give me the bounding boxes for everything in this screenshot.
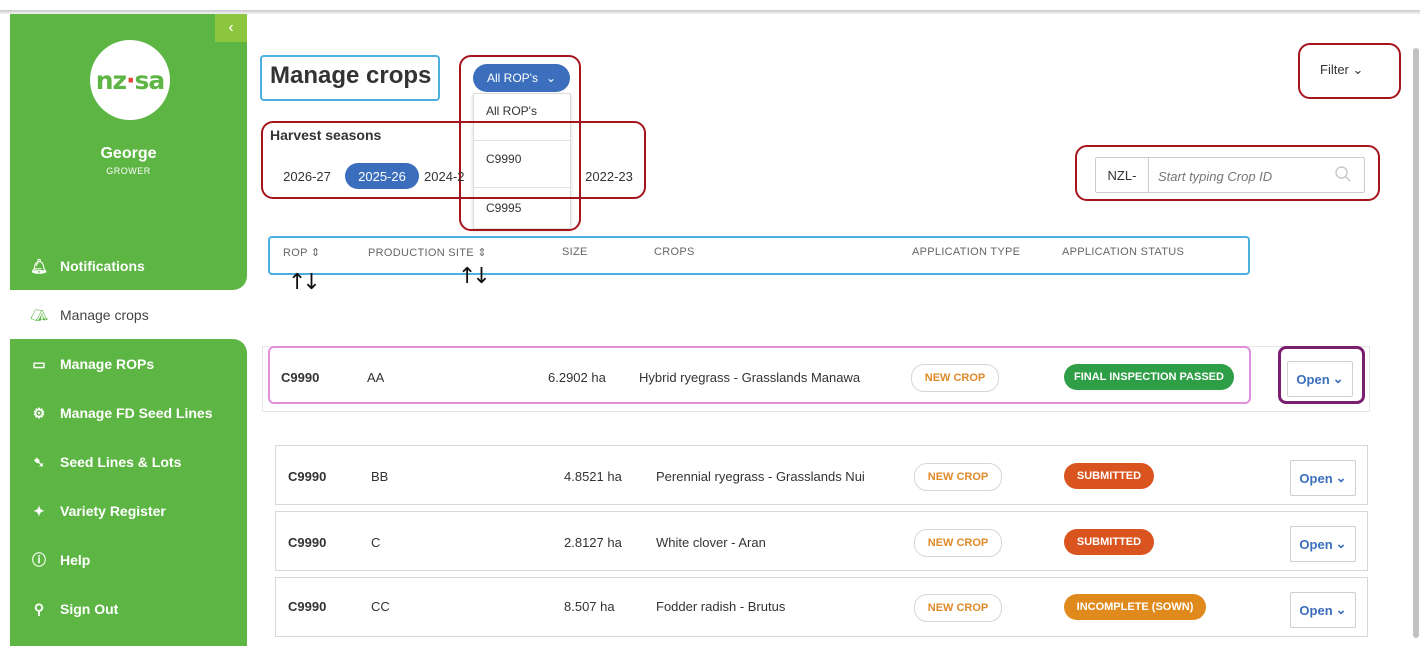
crop-cell: Fodder radish - Brutus bbox=[656, 599, 786, 614]
column-header-application-type: APPLICATION TYPE bbox=[912, 246, 1021, 258]
vertical-scrollbar[interactable] bbox=[1410, 14, 1420, 646]
rop-cell: C9990 bbox=[288, 535, 327, 550]
open-button[interactable]: Open ⌄ bbox=[1290, 592, 1356, 628]
column-header-rop[interactable]: ROP ⇕ bbox=[283, 246, 320, 259]
gear-icon: ⚙ bbox=[32, 404, 46, 421]
chevron-down-icon: ⌄ bbox=[1352, 62, 1364, 77]
crop-cell: Perennial ryegrass - Grasslands Nui bbox=[656, 469, 865, 484]
table-row: C9990 CC 8.507 ha Fodder radish - Brutus… bbox=[275, 577, 1368, 637]
size-cell: 4.8521 ha bbox=[564, 469, 622, 484]
chevron-left-icon: ‹ bbox=[228, 19, 234, 36]
site-cell: C bbox=[371, 535, 381, 550]
bell-icon: 🔔︎ bbox=[30, 257, 48, 274]
column-header-crops: CROPS bbox=[654, 246, 695, 258]
divider bbox=[474, 187, 570, 188]
season-tab[interactable]: 2024-2 bbox=[424, 163, 470, 189]
user-name: George bbox=[100, 145, 157, 162]
chevron-down-icon: ⌄ bbox=[1332, 371, 1344, 386]
sort-arrows-annotation: ↑↓ bbox=[458, 264, 491, 289]
size-cell: 2.8127 ha bbox=[564, 535, 622, 550]
sort-icon: ⇕ bbox=[310, 247, 321, 259]
table-row: C9990 C 2.8127 ha White clover - Aran NE… bbox=[275, 511, 1368, 571]
info-icon: ⓘ bbox=[32, 552, 46, 568]
open-button[interactable]: Open ⌄ bbox=[1290, 526, 1356, 562]
rop-option[interactable]: C9990 bbox=[474, 152, 570, 166]
app-window: ‹ nz · sa George GROWER 🔔︎ Notifications ⛺︎… bbox=[0, 0, 1420, 646]
rop-option[interactable]: All ROP's bbox=[474, 104, 570, 118]
open-button[interactable]: Open ⌄ bbox=[1287, 361, 1353, 397]
collapse-sidebar-button[interactable]: ‹ bbox=[215, 14, 247, 42]
harvest-seasons-label: Harvest seasons bbox=[270, 127, 382, 143]
sidebar-item-manage-crops[interactable]: ⛺︎ Manage crops bbox=[30, 303, 149, 327]
sidebar-item-help[interactable]: ⓘ Help bbox=[30, 548, 90, 572]
status-badge: INCOMPLETE (SOWN) bbox=[1064, 594, 1206, 620]
crop-cell: White clover - Aran bbox=[656, 535, 766, 550]
chevron-down-icon: ⌄ bbox=[545, 71, 557, 85]
sidebar-item-sign-out[interactable]: ⚲ Sign Out bbox=[30, 597, 118, 621]
search-input[interactable] bbox=[1156, 158, 1330, 194]
application-type-badge: NEW CROP bbox=[914, 463, 1002, 491]
sidebar-item-seed-lines-lots[interactable]: ➷ Seed Lines & Lots bbox=[30, 450, 181, 474]
search-prefix: NZL- bbox=[1096, 158, 1149, 192]
table-header: ROP ⇕ PRODUCTION SITE ⇕ SIZE CROPS APPLI… bbox=[270, 236, 1250, 272]
chevron-down-icon: ⌄ bbox=[1335, 470, 1347, 485]
table-row: C9990 AA 6.2902 ha Hybrid ryegrass - Gra… bbox=[262, 346, 1370, 412]
chevron-down-icon: ⌄ bbox=[1335, 602, 1347, 617]
page-title: Manage crops bbox=[270, 62, 432, 89]
divider bbox=[474, 140, 570, 141]
rop-cell: C9990 bbox=[288, 469, 327, 484]
site-cell: AA bbox=[367, 370, 385, 385]
season-tab-active[interactable]: 2025-26 bbox=[345, 163, 419, 189]
status-badge: SUBMITTED bbox=[1064, 463, 1154, 489]
site-cell: CC bbox=[371, 599, 390, 614]
column-header-application-status: APPLICATION STATUS bbox=[1062, 246, 1185, 258]
season-tab[interactable]: 2026-27 bbox=[273, 163, 341, 189]
rop-cell: C9990 bbox=[281, 370, 320, 385]
size-cell: 8.507 ha bbox=[564, 599, 615, 614]
sidebar-item-notifications[interactable]: 🔔︎ Notifications bbox=[30, 254, 145, 278]
seed-icon: ➷ bbox=[33, 453, 45, 470]
sort-icon: ⇕ bbox=[477, 247, 487, 259]
status-badge: FINAL INSPECTION PASSED bbox=[1064, 364, 1234, 390]
application-type-badge: NEW CROP bbox=[914, 594, 1002, 622]
rop-option[interactable]: C9995 bbox=[474, 201, 570, 215]
rop-dropdown-button[interactable]: All ROP's ⌄ bbox=[473, 64, 570, 92]
map-icon: ▭ bbox=[32, 355, 46, 372]
sort-arrows-annotation: ↑↓ bbox=[288, 270, 321, 295]
open-button[interactable]: Open ⌄ bbox=[1290, 460, 1356, 496]
crop-id-search: NZL- bbox=[1095, 157, 1365, 194]
season-tab[interactable]: 2022-23 bbox=[578, 163, 640, 189]
crop-cell: Hybrid ryegrass - Grasslands Manawa bbox=[639, 370, 861, 385]
search-icon[interactable] bbox=[1334, 165, 1352, 183]
sidebar-item-manage-rops[interactable]: ▭ Manage ROPs bbox=[30, 352, 154, 376]
rop-dropdown-menu: All ROP's C9990 C9995 bbox=[473, 93, 571, 229]
column-header-size: SIZE bbox=[562, 246, 588, 258]
rop-cell: C9990 bbox=[288, 599, 327, 614]
size-cell: 6.2902 ha bbox=[548, 370, 606, 385]
application-type-badge: NEW CROP bbox=[911, 364, 999, 392]
table-row: C9990 BB 4.8521 ha Perennial ryegrass - … bbox=[275, 445, 1368, 505]
application-type-badge: NEW CROP bbox=[914, 529, 1002, 557]
sidebar-item-variety-register[interactable]: ✦ Variety Register bbox=[30, 499, 166, 523]
scrollbar-thumb[interactable] bbox=[1413, 48, 1419, 638]
site-cell: BB bbox=[371, 469, 389, 484]
nzsa-logo: nz · sa bbox=[90, 40, 170, 120]
user-role: GROWER bbox=[106, 166, 151, 176]
chevron-down-icon: ⌄ bbox=[1335, 536, 1347, 551]
sidebar-item-manage-fd-seed-lines[interactable]: ⚙ Manage FD Seed Lines bbox=[30, 401, 213, 425]
sidebar: ‹ nz · sa George GROWER 🔔︎ Notifications ⛺︎… bbox=[10, 14, 247, 646]
filter-button[interactable]: Filter ⌄ bbox=[1320, 62, 1363, 78]
status-badge: SUBMITTED bbox=[1064, 529, 1154, 555]
user-icon: ⚲ bbox=[33, 600, 45, 617]
sprout-icon: ✦ bbox=[33, 502, 45, 519]
column-header-production-site[interactable]: PRODUCTION SITE ⇕ bbox=[368, 246, 487, 259]
crop-icon: ⛺︎ bbox=[30, 306, 48, 323]
